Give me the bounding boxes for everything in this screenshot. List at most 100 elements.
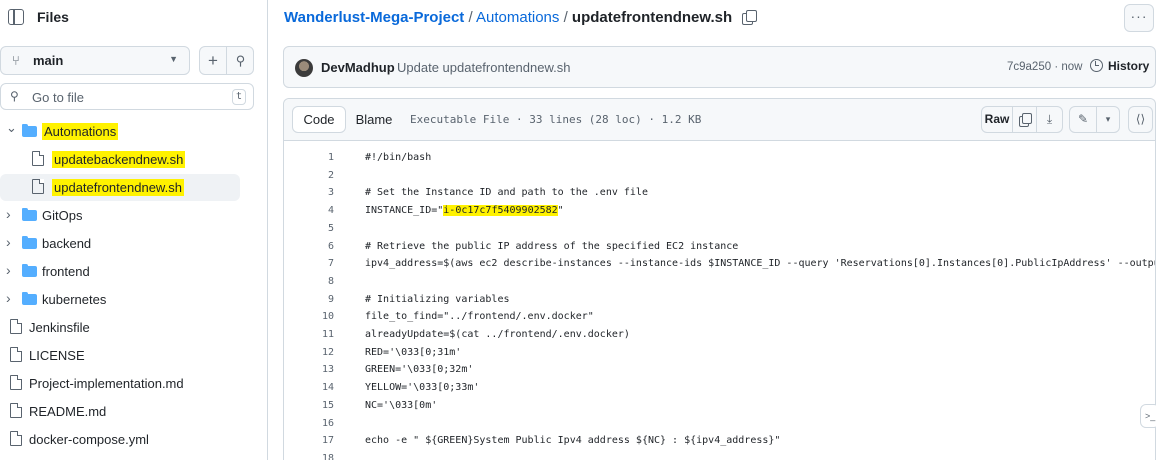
file-tree-sidebar: Files ⑂ main ▼ + ⚲ ⚲ Go to file t ⌄ Autom…	[0, 0, 268, 460]
chevron-down-icon: ▼	[169, 54, 178, 64]
tree-item-label: GitOps	[42, 208, 83, 223]
code-line: 18	[284, 450, 1155, 460]
history-button[interactable]: History	[1090, 59, 1149, 73]
tree-folder[interactable]: › kubernetes	[0, 286, 240, 313]
line-number[interactable]: 2	[284, 167, 334, 185]
file-icon	[10, 403, 22, 418]
line-number[interactable]: 18	[284, 450, 334, 460]
line-number[interactable]: 8	[284, 273, 334, 291]
terminal-hint-icon[interactable]: >_	[1140, 404, 1156, 428]
code-line: 11 alreadyUpdate=$(cat ../frontend/.env.d…	[284, 326, 1155, 344]
sidebar-header: Files	[0, 0, 268, 38]
tree-file[interactable]: updatebackendnew.sh	[0, 146, 240, 173]
tree-folder[interactable]: › frontend	[0, 258, 240, 285]
line-number[interactable]: 4	[284, 202, 334, 220]
raw-button[interactable]: Raw	[981, 106, 1013, 133]
code-line: 1 #!/bin/bash	[284, 149, 1155, 167]
file-icon	[32, 151, 44, 166]
line-text: # Retrieve the public IP address of the …	[365, 240, 739, 252]
line-number[interactable]: 16	[284, 415, 334, 433]
file-icon	[10, 375, 22, 390]
download-button[interactable]: ⤓	[1036, 106, 1063, 133]
code-header: Code Blame Executable File · 33 lines (2…	[284, 99, 1155, 141]
breadcrumb-file-name: updatefrontendnew.sh	[571, 9, 733, 26]
tree-file[interactable]: Jenkinsfile	[0, 314, 240, 341]
file-icon	[10, 347, 22, 362]
code-lines: 1 #!/bin/bash 2 3 # Set the Instance ID and …	[284, 141, 1155, 460]
folder-icon	[22, 292, 37, 305]
line-number[interactable]: 13	[284, 361, 334, 379]
code-line: 4 INSTANCE_ID="i-0c17c7f5409902582"	[284, 202, 1155, 220]
commit-message[interactable]: Update updatefrontendnew.sh	[397, 60, 570, 75]
folder-icon	[22, 236, 37, 249]
collapse-panel-icon[interactable]	[8, 9, 24, 25]
line-number[interactable]: 5	[284, 220, 334, 238]
line-text: # Initializing variables	[365, 293, 510, 305]
go-to-file-input[interactable]: ⚲ Go to file t	[0, 83, 254, 110]
line-number[interactable]: 7	[284, 255, 334, 273]
highlight-mark: updatefrontendnew.sh	[52, 179, 184, 196]
git-branch-icon: ⑂	[12, 53, 20, 68]
code-line: 8	[284, 273, 1155, 291]
tree-folder[interactable]: ⌄ Automations	[0, 118, 240, 145]
shortcut-key-badge: t	[232, 89, 246, 105]
edit-button[interactable]: ✎	[1069, 106, 1097, 133]
add-file-button[interactable]: +	[200, 47, 227, 74]
folder-icon	[22, 264, 37, 277]
code-line: 7 ipv4_address=$(aws ec2 describe-instanc…	[284, 255, 1155, 273]
folder-icon	[22, 124, 37, 137]
commit-author[interactable]: DevMadhup	[321, 60, 395, 75]
tree-file[interactable]: Project-implementation.md	[0, 370, 240, 397]
file-icon	[10, 431, 22, 446]
copy-path-icon[interactable]	[742, 10, 758, 25]
highlight-mark: updatebackendnew.sh	[52, 151, 186, 168]
line-text: echo -e " ${GREEN}System Public Ipv4 add…	[365, 435, 781, 447]
branch-name: main	[33, 53, 64, 68]
chevron-down-icon[interactable]: ⌄	[6, 120, 17, 136]
tree-item-label: LICENSE	[29, 348, 85, 363]
tree-file[interactable]: updatefrontendnew.sh	[0, 174, 240, 201]
branch-selector-button[interactable]: ⑂ main ▼	[0, 46, 190, 75]
copy-raw-button[interactable]	[1012, 106, 1037, 133]
avatar[interactable]	[295, 59, 313, 77]
tree-item-label: frontend	[42, 264, 90, 279]
line-number[interactable]: 10	[284, 308, 334, 326]
more-options-button[interactable]: ···	[1124, 4, 1154, 32]
tree-file[interactable]: LICENSE	[0, 342, 240, 369]
tab-blame[interactable]: Blame	[348, 106, 400, 133]
code-line: 12 RED='\033[0;31m'	[284, 344, 1155, 362]
breadcrumb-repo-link[interactable]: Wanderlust-Mega-Project	[284, 9, 464, 26]
line-number[interactable]: 14	[284, 379, 334, 397]
chevron-right-icon[interactable]: ›	[6, 290, 11, 306]
symbols-panel-button[interactable]: ⟨⟩	[1128, 106, 1153, 133]
edit-options-button[interactable]: ▾	[1096, 106, 1120, 133]
code-line: 5	[284, 220, 1155, 238]
tree-item-label: updatebackendnew.sh	[52, 151, 186, 168]
line-number[interactable]: 15	[284, 397, 334, 415]
tree-file[interactable]: README.md	[0, 398, 240, 425]
tree-file[interactable]: docker-compose.yml	[0, 426, 240, 453]
chevron-right-icon[interactable]: ›	[6, 234, 11, 250]
breadcrumb-dir-link[interactable]: Automations	[476, 9, 559, 26]
line-number[interactable]: 11	[284, 326, 334, 344]
file-view: Wanderlust-Mega-Project / Automations / …	[268, 0, 1156, 460]
latest-commit-bar: DevMadhup Update updatefrontendnew.sh 7c…	[283, 46, 1156, 88]
tree-folder[interactable]: › GitOps	[0, 202, 240, 229]
line-number[interactable]: 6	[284, 238, 334, 256]
line-text: INSTANCE_ID="i-0c17c7f5409902582"	[365, 205, 564, 217]
search-code-button[interactable]: ⚲	[227, 47, 254, 74]
tab-code[interactable]: Code	[292, 106, 346, 133]
line-number[interactable]: 3	[284, 184, 334, 202]
chevron-right-icon[interactable]: ›	[6, 206, 11, 222]
chevron-right-icon[interactable]: ›	[6, 262, 11, 278]
file-info: Executable File · 33 lines (28 loc) · 1.…	[410, 113, 702, 126]
breadcrumb: Wanderlust-Mega-Project / Automations / …	[284, 9, 758, 26]
line-number[interactable]: 1	[284, 149, 334, 167]
code-viewer: Code Blame Executable File · 33 lines (2…	[283, 98, 1156, 460]
line-number[interactable]: 12	[284, 344, 334, 362]
line-number[interactable]: 9	[284, 291, 334, 309]
line-number[interactable]: 17	[284, 432, 334, 450]
line-text: GREEN='\033[0;32m'	[365, 364, 474, 376]
commit-hash-time[interactable]: 7c9a250 · now	[1007, 61, 1082, 73]
tree-folder[interactable]: › backend	[0, 230, 240, 257]
